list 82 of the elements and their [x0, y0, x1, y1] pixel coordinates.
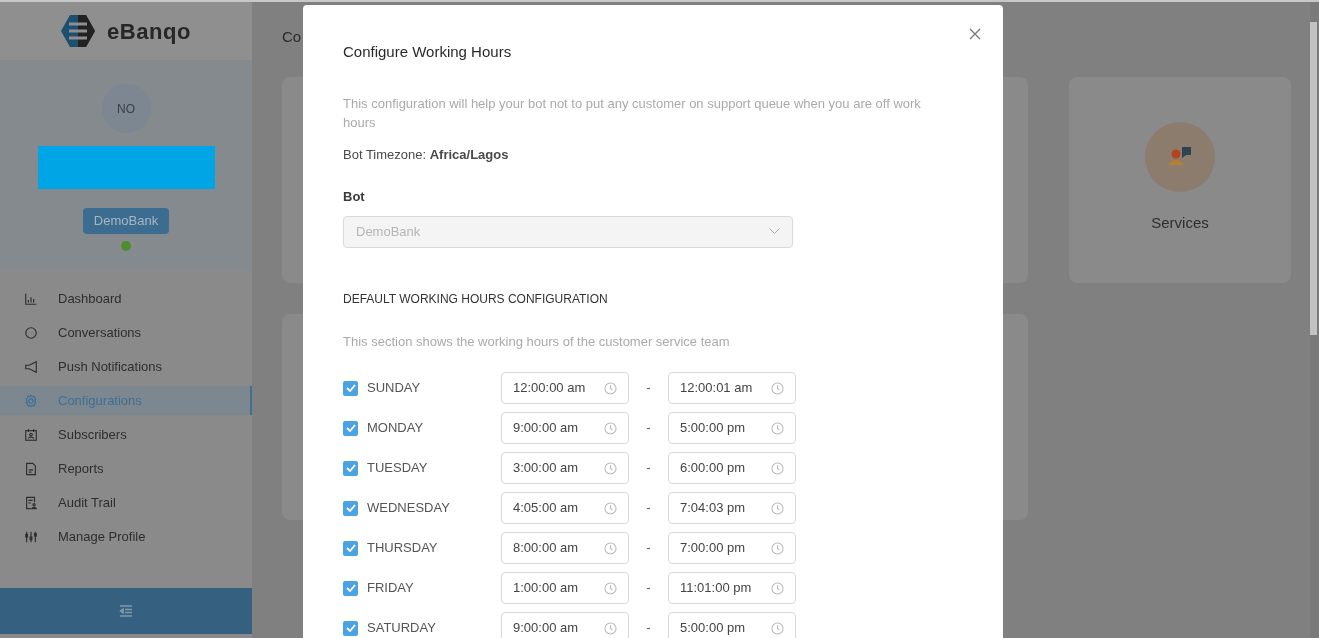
clock-icon: [604, 621, 617, 635]
nav-item[interactable]: Audit Trail: [0, 488, 252, 517]
end-time-field[interactable]: 5:00:00 pm: [668, 412, 796, 444]
modal-title: Configure Working Hours: [343, 42, 513, 62]
end-time-field[interactable]: 5:00:00 pm: [668, 612, 796, 638]
timezone-text: Bot Timezone: Africa/Lagos: [343, 145, 510, 164]
close-button[interactable]: [967, 26, 983, 42]
megaphone-icon: [24, 359, 38, 374]
day-checkbox[interactable]: [343, 620, 358, 636]
day-checkbox[interactable]: [343, 460, 358, 476]
scrollbar[interactable]: [1310, 22, 1317, 335]
end-time-field[interactable]: 6:00:00 pm: [668, 452, 796, 484]
day-label: THURSDAY: [367, 539, 439, 558]
nav-item[interactable]: Manage Profile: [0, 522, 252, 551]
clock-icon: [604, 421, 617, 435]
contact-card-icon: [24, 427, 38, 442]
clock-icon: [771, 581, 784, 595]
close-icon: [969, 28, 981, 40]
end-time-field[interactable]: 11:01:00 pm: [668, 572, 796, 604]
start-time-field[interactable]: 9:00:00 am: [501, 412, 629, 444]
card-label: Services: [1151, 213, 1209, 233]
page-title: Co: [282, 27, 302, 46]
nav-item[interactable]: Reports: [0, 454, 252, 483]
bar-chart-icon: [24, 291, 38, 306]
nav-item[interactable]: Conversations: [0, 318, 252, 347]
end-time-field[interactable]: 7:04:03 pm: [668, 492, 796, 524]
clock-icon: [771, 421, 784, 435]
sliders-icon: [24, 529, 38, 544]
start-time-field[interactable]: 8:00:00 am: [501, 532, 629, 564]
menu-collapse-icon: [119, 605, 133, 617]
nav-item[interactable]: Subscribers: [0, 420, 252, 449]
day-label: WEDNESDAY: [367, 499, 451, 518]
time-separator: -: [645, 579, 652, 598]
online-status-icon: [121, 240, 131, 251]
day-checkbox[interactable]: [343, 380, 358, 396]
day-checkbox[interactable]: [343, 580, 358, 596]
modal-description: This configuration will help your bot not to put any customer on support queue when you are off work hours: [343, 94, 922, 132]
start-time-field[interactable]: 1:00:00 am: [501, 572, 629, 604]
nav-item[interactable]: Dashboard: [0, 284, 252, 313]
start-time-field[interactable]: 3:00:00 am: [501, 452, 629, 484]
start-time-field[interactable]: 4:05:00 am: [501, 492, 629, 524]
clock-icon: [771, 621, 784, 635]
day-checkbox[interactable]: [343, 420, 358, 436]
start-time-field[interactable]: 12:00:00 am: [501, 372, 629, 404]
start-time-field[interactable]: 9:00:00 am: [501, 612, 629, 638]
day-label: TUESDAY: [367, 459, 429, 478]
day-label: FRIDAY: [367, 579, 415, 598]
time-separator: -: [645, 539, 652, 558]
day-label: SUNDAY: [367, 379, 422, 398]
clock-icon: [604, 461, 617, 475]
document-user-icon: [24, 495, 38, 510]
field-label: Bot: [343, 188, 366, 206]
logo-text: eBanqo: [107, 17, 191, 46]
clock-icon: [604, 501, 617, 515]
day-label: SATURDAY: [367, 619, 437, 638]
section-title: DEFAULT WORKING HOURS CONFIGURATION: [343, 290, 609, 308]
clock-icon: [771, 461, 784, 475]
clock-icon: [771, 541, 784, 555]
document-icon: [24, 461, 38, 476]
day-label: MONDAY: [367, 419, 425, 438]
clock-icon: [771, 501, 784, 515]
day-checkbox[interactable]: [343, 500, 358, 516]
time-separator: -: [645, 379, 652, 398]
time-separator: -: [645, 619, 652, 638]
settings-icon: [24, 393, 38, 408]
time-separator: -: [645, 459, 652, 478]
bot-badge: DemoBank: [82, 208, 170, 234]
day-checkbox[interactable]: [343, 540, 358, 556]
clock-icon: [604, 581, 617, 595]
time-separator: -: [645, 419, 652, 438]
clock-icon: [771, 381, 784, 395]
section-description: This section shows the working hours of the customer service team: [343, 332, 731, 351]
nav-item[interactable]: Push Notifications: [0, 352, 252, 381]
chevron-down-icon: [769, 228, 780, 235]
avatar: NO: [101, 84, 151, 133]
time-separator: -: [645, 499, 652, 518]
end-time-field[interactable]: 12:00:01 am: [668, 372, 796, 404]
end-time-field[interactable]: 7:00:00 pm: [668, 532, 796, 564]
clock-icon: [604, 541, 617, 555]
service-card[interactable]: Services: [1069, 77, 1291, 283]
clock-icon: [604, 381, 617, 395]
logo-icon: [61, 15, 95, 47]
